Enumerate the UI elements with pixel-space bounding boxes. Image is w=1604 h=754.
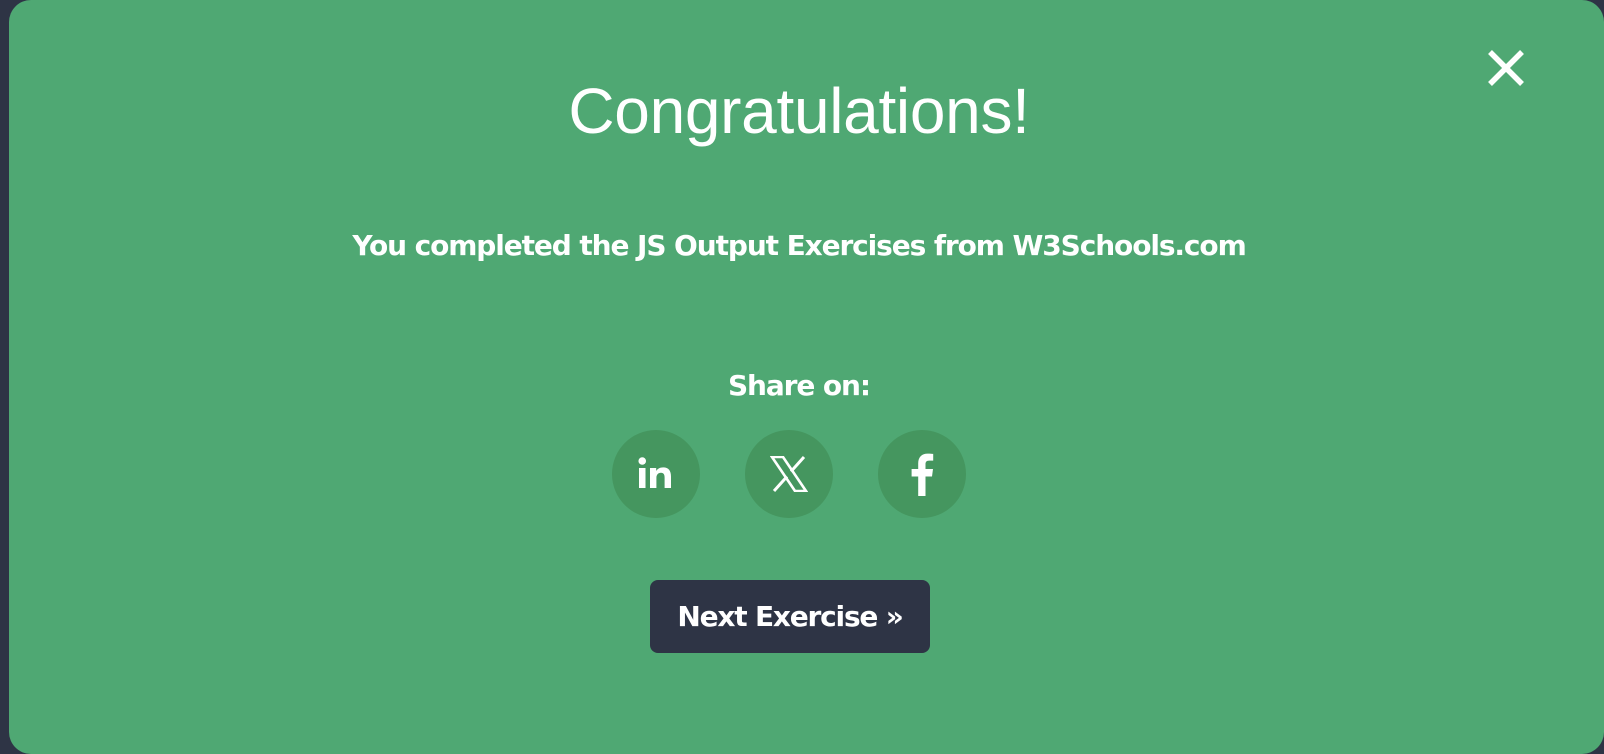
congratulations-modal: Congratulations! You completed the JS Ou… — [9, 0, 1604, 754]
x-icon — [770, 456, 808, 492]
share-label: Share on: — [727, 369, 871, 402]
next-exercise-button[interactable]: Next Exercise » — [650, 580, 930, 653]
share-facebook-button[interactable] — [878, 430, 966, 518]
facebook-icon — [911, 453, 934, 496]
share-x-button[interactable] — [745, 430, 833, 518]
completion-message: You completed the JS Output Exercises fr… — [352, 229, 1246, 262]
linkedin-icon — [638, 457, 671, 488]
share-buttons — [612, 430, 966, 518]
modal-title: Congratulations! — [568, 75, 1030, 147]
share-linkedin-button[interactable] — [612, 430, 700, 518]
